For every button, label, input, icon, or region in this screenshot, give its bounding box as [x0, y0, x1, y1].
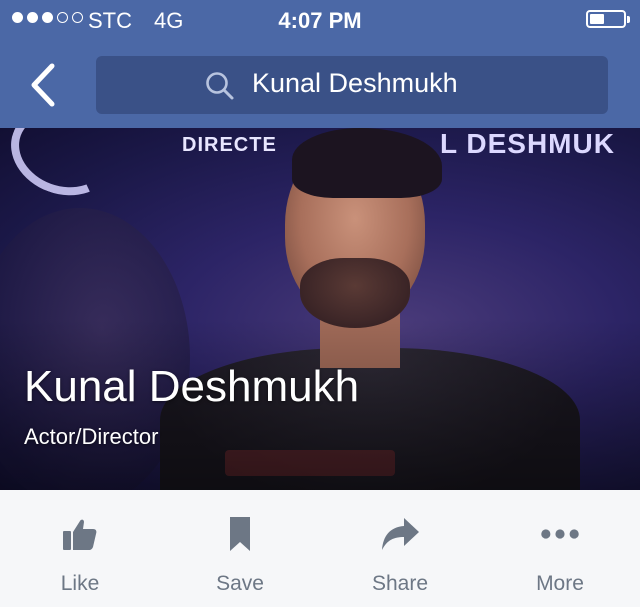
cover-logo-graphic [0, 128, 128, 210]
header: STC 4G 4:07 PM Kunal Deshmukh [0, 0, 640, 128]
back-button[interactable] [20, 58, 70, 112]
more-dots-icon [540, 514, 580, 554]
search-icon [206, 72, 234, 100]
like-button[interactable]: Like [0, 490, 160, 607]
cover-banner-text-right: L DESHMUK [440, 128, 615, 159]
search-input[interactable]: Kunal Deshmukh [252, 68, 458, 99]
status-time: 4:07 PM [278, 8, 362, 33]
thumbs-up-icon [60, 514, 100, 554]
more-label: More [536, 572, 584, 595]
save-label: Save [216, 572, 264, 595]
chevron-left-icon [31, 63, 55, 107]
profile-category: Actor/Director [24, 424, 159, 449]
share-arrow-icon [380, 514, 420, 554]
share-button[interactable]: Share [320, 490, 480, 607]
cover-person-hair [292, 128, 442, 198]
profile-name: Kunal Deshmukh [24, 362, 360, 411]
like-label: Like [60, 572, 100, 595]
save-button[interactable]: Save [160, 490, 320, 607]
share-label: Share [371, 572, 429, 595]
action-bar: Like Save Share More [0, 490, 640, 607]
bookmark-icon [220, 514, 260, 554]
status-bar: STC 4G 4:07 PM [0, 0, 640, 40]
more-button[interactable]: More [480, 490, 640, 607]
search-bar[interactable]: Kunal Deshmukh [96, 56, 608, 114]
battery-level [590, 14, 604, 24]
battery-icon [586, 10, 630, 28]
cover-banner-text-left: DIRECTE [182, 134, 277, 156]
